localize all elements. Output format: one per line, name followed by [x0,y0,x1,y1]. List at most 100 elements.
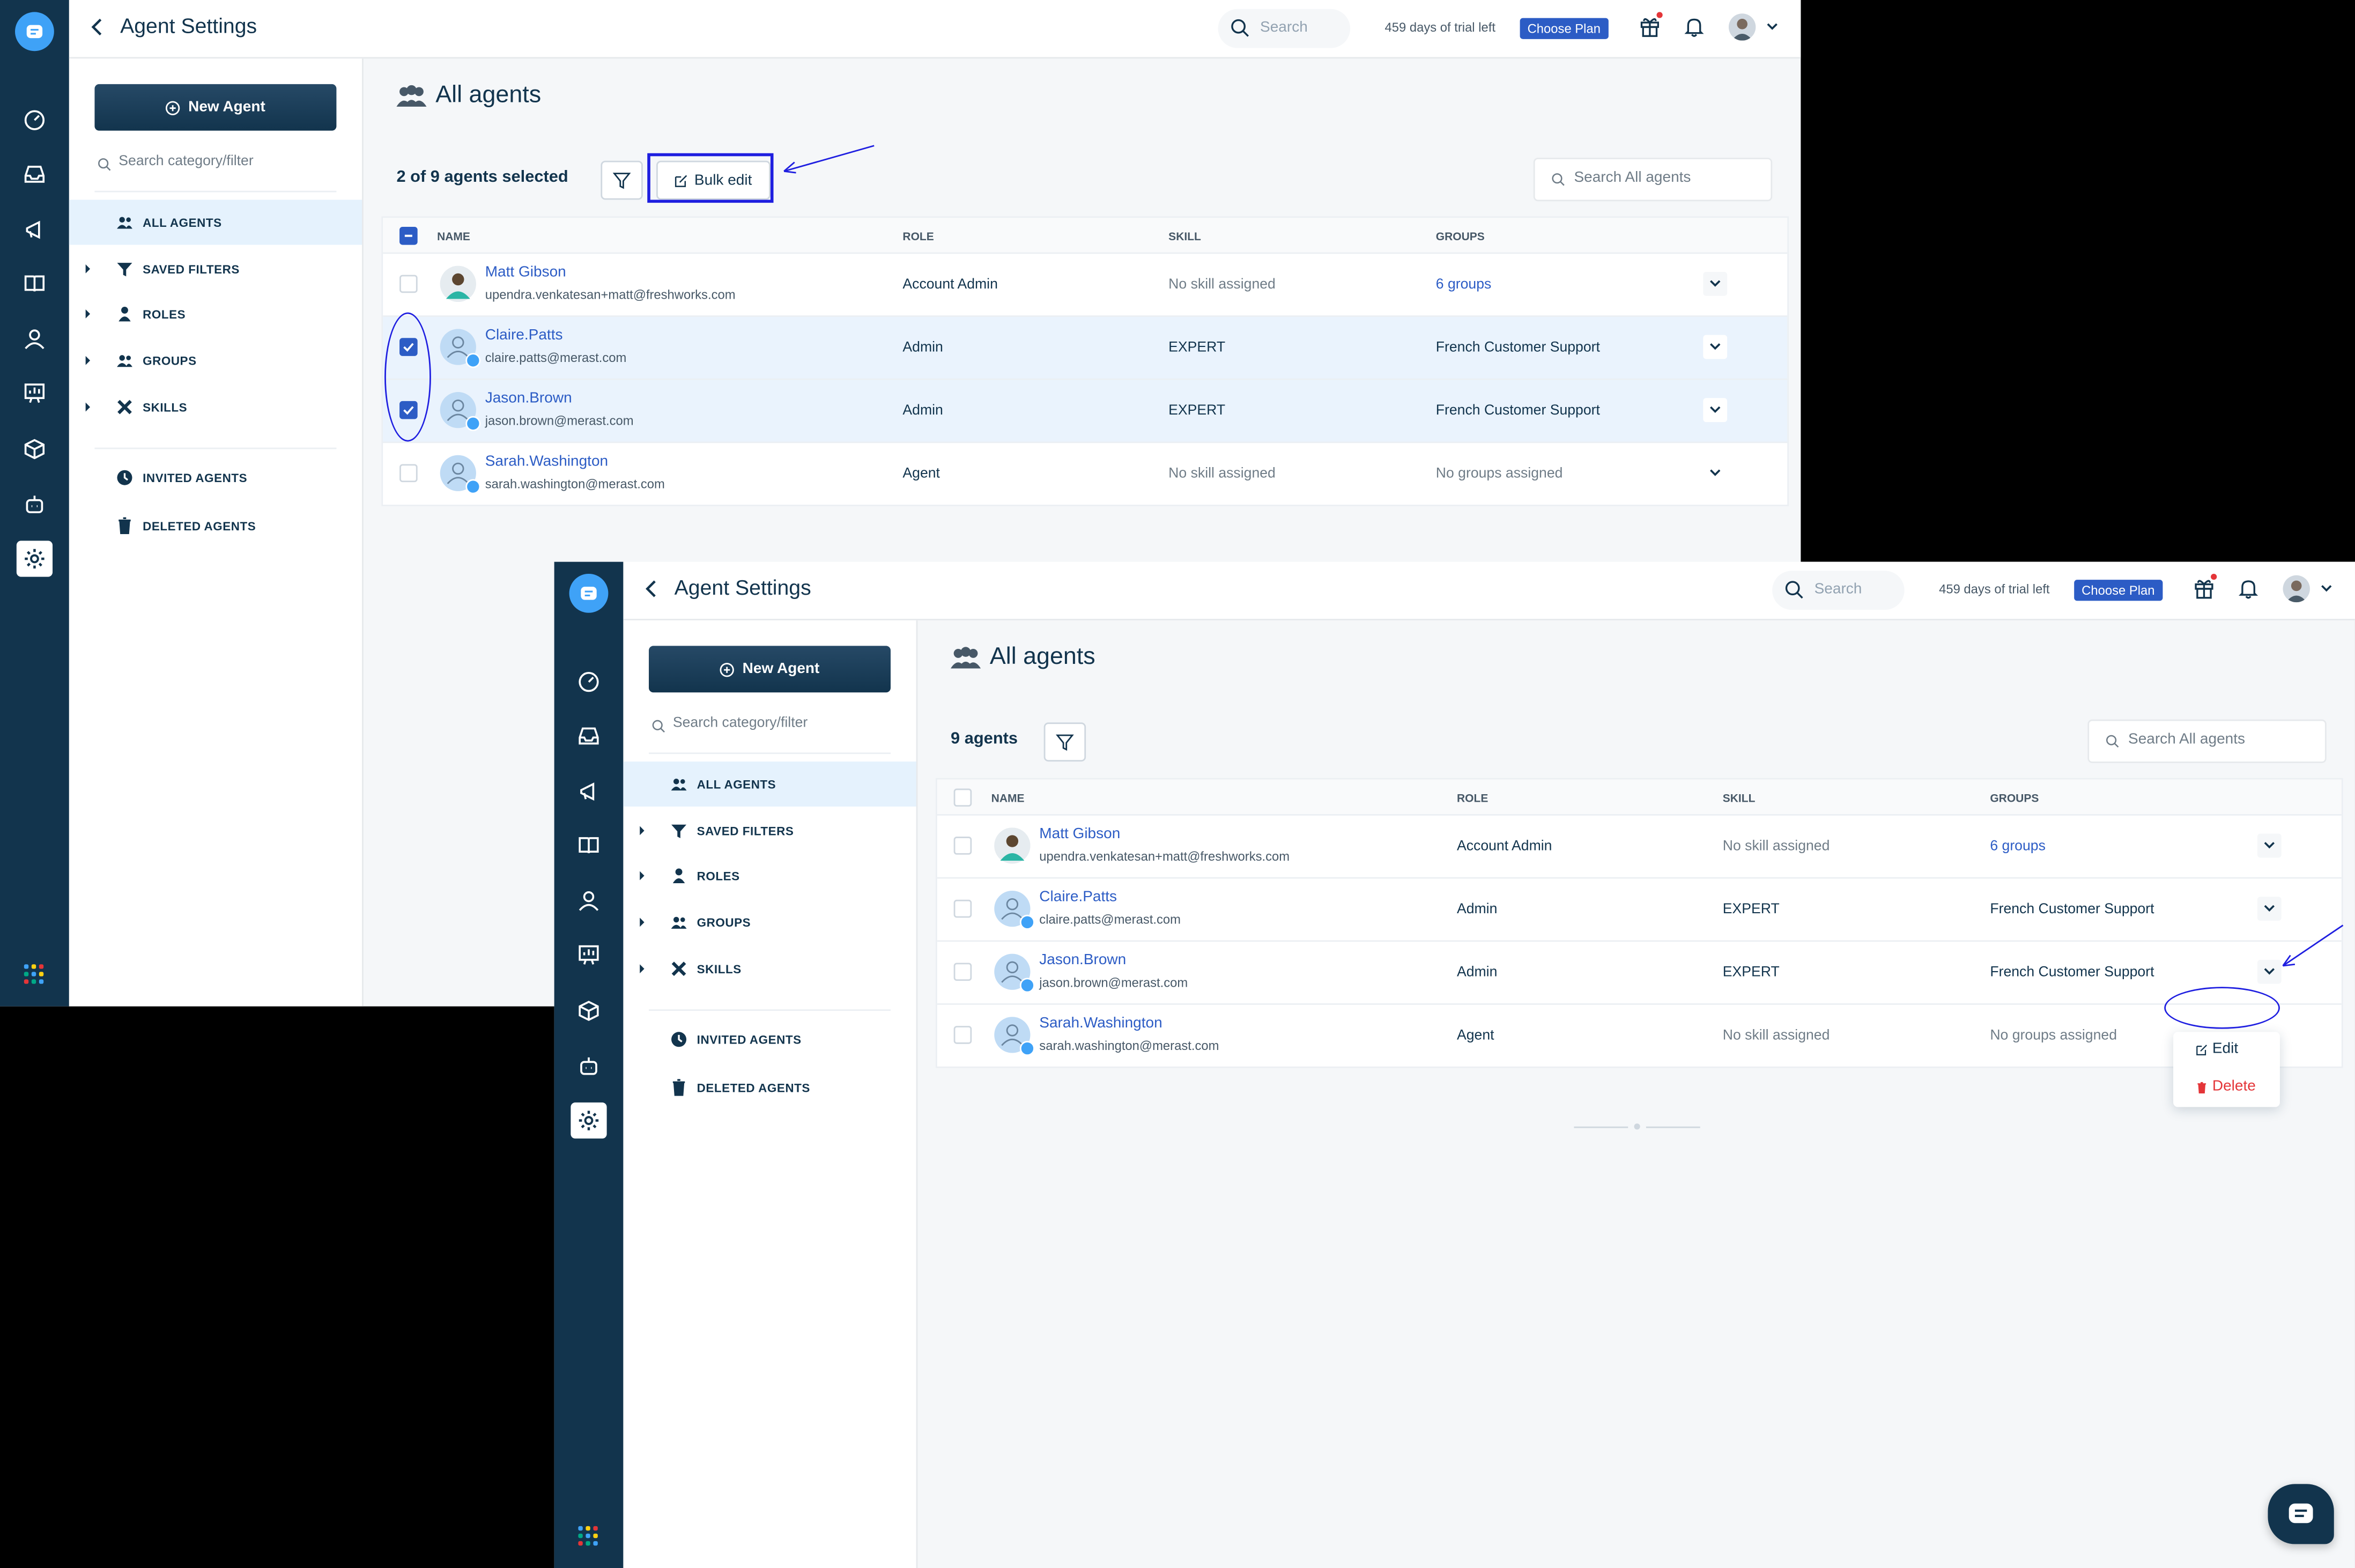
column-header-groups[interactable]: GROUPS [1990,792,2039,805]
expand-arrow-icon[interactable] [85,264,91,273]
agent-name-link[interactable]: Jason.Brown [485,390,572,407]
filter-button[interactable] [601,160,643,200]
back-arrow-icon[interactable] [641,577,662,601]
global-search[interactable]: Search [1772,571,1905,610]
select-all-checkbox[interactable] [399,226,418,245]
table-row[interactable]: Claire.Patts claire.patts@merast.com Adm… [937,878,2342,942]
edit-menu-item[interactable]: Edit [2196,1041,2238,1057]
select-all-checkbox[interactable] [953,788,972,807]
column-header-name[interactable]: NAME [991,792,1025,805]
sidebar-item-groups[interactable]: GROUPS [623,900,916,945]
filter-button[interactable] [1043,722,1086,762]
contact-icon[interactable] [17,321,53,357]
sidebar-item-skills[interactable]: SKILLS [69,384,362,430]
apps-grid-icon[interactable] [24,964,45,985]
book-icon[interactable] [17,266,53,302]
table-row[interactable]: Jason.Brown jason.brown@merast.com Admin… [937,942,2342,1005]
choose-plan-button[interactable]: Choose Plan [2074,580,2163,601]
agents-search-input[interactable]: Search All agents [2087,719,2327,763]
user-avatar[interactable] [1728,13,1756,41]
agent-groups-link[interactable]: 6 groups [1990,838,2046,855]
box-icon[interactable] [571,993,606,1029]
dashboard-icon[interactable] [571,664,606,700]
sidebar-item-invited-agents[interactable]: INVITED AGENTS [69,455,362,500]
category-search-input[interactable]: Search category/filter [94,149,337,193]
column-header-skill[interactable]: SKILL [1723,792,1756,805]
agent-name-link[interactable]: Sarah.Washington [485,454,608,470]
sidebar-item-roles[interactable]: ROLES [623,853,916,898]
row-actions-dropdown[interactable] [2257,833,2282,858]
bot-icon[interactable] [571,1048,606,1084]
delete-menu-item[interactable]: Delete [2196,1078,2256,1095]
sidebar-item-all-agents[interactable]: ALL AGENTS [69,199,362,245]
settings-gear-icon[interactable] [16,541,53,577]
agents-search-input[interactable]: Search All agents [1533,158,1773,202]
row-checkbox[interactable] [953,963,972,981]
table-row[interactable]: Matt Gibson upendra.venkatesan+matt@fres… [937,815,2342,879]
category-search-input[interactable]: Search category/filter [649,711,891,755]
agent-name-link[interactable]: Matt Gibson [485,264,566,281]
back-arrow-icon[interactable] [87,15,108,39]
contact-icon[interactable] [571,883,606,919]
bot-icon[interactable] [17,487,53,523]
app-logo-icon[interactable] [15,12,54,51]
row-checkbox[interactable] [953,899,972,918]
megaphone-icon[interactable] [17,212,53,248]
row-actions-dropdown[interactable] [1703,461,1728,485]
new-agent-button[interactable]: New Agent [649,646,891,693]
column-header-skill[interactable]: SKILL [1168,230,1201,243]
agent-name-link[interactable]: Claire.Patts [1039,889,1117,906]
row-actions-dropdown[interactable] [2257,897,2282,921]
table-row[interactable]: Claire.Patts claire.patts@merast.com Adm… [383,317,1788,380]
sidebar-item-saved-filters[interactable]: SAVED FILTERS [623,808,916,853]
row-checkbox[interactable] [953,837,972,855]
column-header-groups[interactable]: GROUPS [1436,230,1485,243]
reports-icon[interactable] [17,375,53,411]
sidebar-item-skills[interactable]: SKILLS [623,946,916,992]
table-row[interactable]: Sarah.Washington sarah.washington@merast… [937,1004,2342,1067]
apps-grid-icon[interactable] [578,1526,599,1547]
agent-name-link[interactable]: Jason.Brown [1039,952,1126,969]
settings-gear-icon[interactable] [571,1102,607,1139]
agent-groups-link[interactable]: 6 groups [1436,276,1492,293]
sidebar-item-saved-filters[interactable]: SAVED FILTERS [69,246,362,291]
agent-name-link[interactable]: Matt Gibson [1039,826,1120,843]
chat-widget-button[interactable] [2268,1484,2334,1544]
megaphone-icon[interactable] [571,774,606,810]
expand-arrow-icon[interactable] [640,826,645,835]
sidebar-item-groups[interactable]: GROUPS [69,338,362,383]
inbox-icon[interactable] [571,718,606,754]
row-actions-dropdown[interactable] [1703,398,1728,423]
gift-icon[interactable] [2193,573,2217,600]
expand-arrow-icon[interactable] [85,309,91,319]
bell-icon[interactable] [2238,578,2258,599]
sidebar-item-invited-agents[interactable]: INVITED AGENTS [623,1017,916,1062]
chevron-down-icon[interactable] [2321,585,2332,594]
agent-name-link[interactable]: Sarah.Washington [1039,1015,1162,1032]
new-agent-button[interactable]: New Agent [94,84,337,131]
row-checkbox[interactable] [399,275,418,293]
user-avatar[interactable] [2283,575,2310,603]
expand-arrow-icon[interactable] [640,871,645,881]
column-header-role[interactable]: ROLE [902,230,934,243]
expand-arrow-icon[interactable] [640,918,645,927]
expand-arrow-icon[interactable] [640,964,645,974]
chevron-down-icon[interactable] [1766,23,1778,32]
expand-arrow-icon[interactable] [85,356,91,365]
row-actions-dropdown[interactable] [1703,271,1728,296]
column-header-name[interactable]: NAME [437,230,470,243]
inbox-icon[interactable] [17,156,53,192]
dashboard-icon[interactable] [17,102,53,138]
table-row[interactable]: Sarah.Washington sarah.washington@merast… [383,443,1788,505]
sidebar-item-deleted-agents[interactable]: DELETED AGENTS [69,503,362,548]
row-checkbox[interactable] [953,1026,972,1044]
gift-icon[interactable] [1639,12,1663,38]
box-icon[interactable] [17,431,53,467]
bell-icon[interactable] [1684,17,1705,38]
book-icon[interactable] [571,827,606,863]
app-logo-icon[interactable] [569,573,609,613]
sidebar-item-all-agents[interactable]: ALL AGENTS [623,761,916,807]
column-header-role[interactable]: ROLE [1457,792,1488,805]
sidebar-item-roles[interactable]: ROLES [69,291,362,336]
row-actions-dropdown[interactable] [1703,335,1728,359]
